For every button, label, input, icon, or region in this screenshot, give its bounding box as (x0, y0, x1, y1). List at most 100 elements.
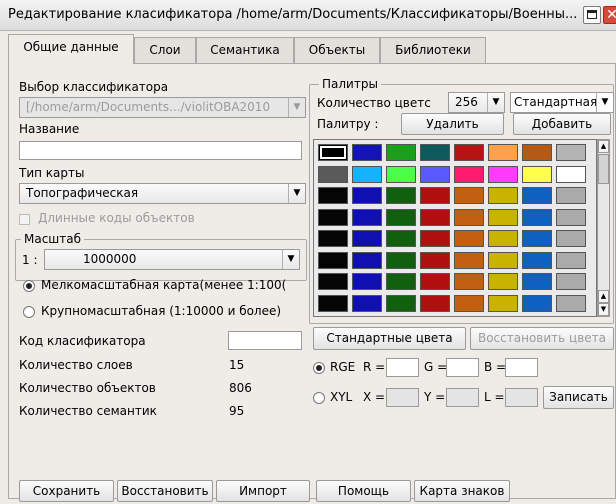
color-swatch[interactable] (318, 251, 348, 269)
restore-button[interactable]: Восстановить (117, 480, 213, 502)
scroll-down-icon[interactable]: ▼ (598, 303, 609, 316)
color-swatch[interactable] (556, 165, 586, 183)
color-swatch[interactable] (556, 144, 586, 161)
color-swatch[interactable] (488, 251, 518, 269)
tab-general[interactable]: Общие данные (8, 34, 134, 64)
color-swatch[interactable] (352, 208, 382, 226)
name-input[interactable] (19, 141, 302, 160)
small-scale-radio[interactable] (23, 280, 35, 292)
color-swatch[interactable] (454, 144, 484, 161)
tab-semantics[interactable]: Семантика (196, 37, 294, 63)
color-swatch[interactable] (454, 251, 484, 269)
tab-objects[interactable]: Объекты (294, 37, 380, 63)
color-swatch[interactable] (556, 187, 586, 204)
write-button[interactable]: Записать (543, 386, 614, 409)
color-swatch[interactable] (556, 294, 586, 312)
color-swatch[interactable] (386, 187, 416, 204)
color-swatch[interactable] (386, 294, 416, 312)
color-swatch[interactable] (420, 273, 450, 290)
color-swatch[interactable] (386, 273, 416, 290)
color-swatch[interactable] (318, 273, 348, 290)
close-icon[interactable]: ✕ (603, 6, 616, 24)
b-input[interactable] (505, 358, 538, 377)
palette-type-select[interactable]: Стандартная ▼ (510, 92, 614, 113)
color-swatch[interactable] (454, 230, 484, 247)
color-swatch[interactable] (386, 165, 416, 183)
color-swatch[interactable] (386, 230, 416, 247)
maximize-icon[interactable] (583, 6, 601, 24)
map-type-select[interactable]: Топографическая ▼ (19, 183, 306, 204)
color-swatch[interactable] (386, 144, 416, 161)
color-swatch[interactable] (318, 294, 348, 312)
color-swatch[interactable] (318, 230, 348, 247)
add-palette-button[interactable]: Добавить (513, 113, 611, 135)
color-swatch[interactable] (556, 208, 586, 226)
color-swatch[interactable] (318, 187, 348, 204)
scale-select[interactable]: 1000000 ▼ (44, 249, 300, 270)
sign-map-button[interactable]: Карта знаков (414, 480, 510, 502)
color-swatch[interactable] (386, 251, 416, 269)
color-swatch[interactable] (488, 294, 518, 312)
color-swatch[interactable] (454, 273, 484, 290)
color-swatch[interactable] (522, 165, 552, 183)
rgb-radio[interactable] (313, 362, 325, 374)
color-swatch[interactable] (488, 187, 518, 204)
color-swatch[interactable] (352, 187, 382, 204)
palette-scrollbar[interactable]: ▲ ▲ ▼ (597, 139, 610, 317)
color-swatch[interactable] (420, 144, 450, 161)
color-swatch[interactable] (522, 230, 552, 247)
color-swatch[interactable] (420, 208, 450, 226)
color-swatch[interactable] (352, 294, 382, 312)
color-swatch[interactable] (522, 273, 552, 290)
color-swatch[interactable] (352, 251, 382, 269)
color-swatch[interactable] (420, 251, 450, 269)
color-swatch[interactable] (454, 294, 484, 312)
r-input[interactable] (386, 358, 419, 377)
color-swatch[interactable] (556, 273, 586, 290)
color-count-select[interactable]: 256 ▼ (448, 92, 505, 113)
color-swatch[interactable] (454, 208, 484, 226)
tab-layers[interactable]: Слои (134, 37, 196, 63)
scroll-up-icon[interactable]: ▲ (598, 290, 609, 303)
color-swatch[interactable] (556, 251, 586, 269)
save-button[interactable]: Сохранить (19, 480, 114, 502)
color-swatch[interactable] (318, 165, 348, 183)
color-swatch[interactable] (318, 208, 348, 226)
color-swatch[interactable] (386, 208, 416, 226)
color-swatch[interactable] (420, 165, 450, 183)
color-swatch[interactable] (522, 187, 552, 204)
color-swatch[interactable] (420, 230, 450, 247)
color-swatch[interactable] (488, 208, 518, 226)
color-swatch[interactable] (522, 208, 552, 226)
color-swatch[interactable] (522, 144, 552, 161)
color-swatch[interactable] (318, 144, 348, 161)
delete-palette-button[interactable]: Удалить (401, 113, 504, 135)
color-swatch[interactable] (352, 273, 382, 290)
import-button[interactable]: Импорт (216, 480, 310, 502)
tab-libraries[interactable]: Библиотеки (380, 37, 486, 63)
color-swatch[interactable] (352, 165, 382, 183)
color-swatch[interactable] (352, 144, 382, 161)
scroll-up-icon[interactable]: ▲ (598, 140, 609, 153)
color-swatch[interactable] (488, 273, 518, 290)
color-swatch[interactable] (420, 294, 450, 312)
color-swatch[interactable] (522, 294, 552, 312)
color-swatch[interactable] (488, 144, 518, 161)
large-scale-radio[interactable] (23, 306, 35, 318)
color-swatch[interactable] (420, 187, 450, 204)
b-label: B = (484, 360, 507, 374)
color-swatch[interactable] (522, 251, 552, 269)
xyl-radio[interactable] (313, 392, 325, 404)
color-swatch[interactable] (488, 230, 518, 247)
standard-colors-button[interactable]: Стандартные цвета (313, 327, 466, 350)
color-swatch[interactable] (454, 187, 484, 204)
color-swatch[interactable] (488, 165, 518, 183)
classifier-code-input[interactable] (228, 331, 302, 350)
color-swatch[interactable] (454, 165, 484, 183)
color-swatch[interactable] (352, 230, 382, 247)
g-input[interactable] (446, 358, 479, 377)
window-title: Редактирование класификатора /home/arm/D… (8, 7, 578, 22)
color-swatch[interactable] (556, 230, 586, 247)
help-button[interactable]: Помощь (316, 480, 411, 502)
scroll-thumb[interactable] (598, 154, 609, 184)
